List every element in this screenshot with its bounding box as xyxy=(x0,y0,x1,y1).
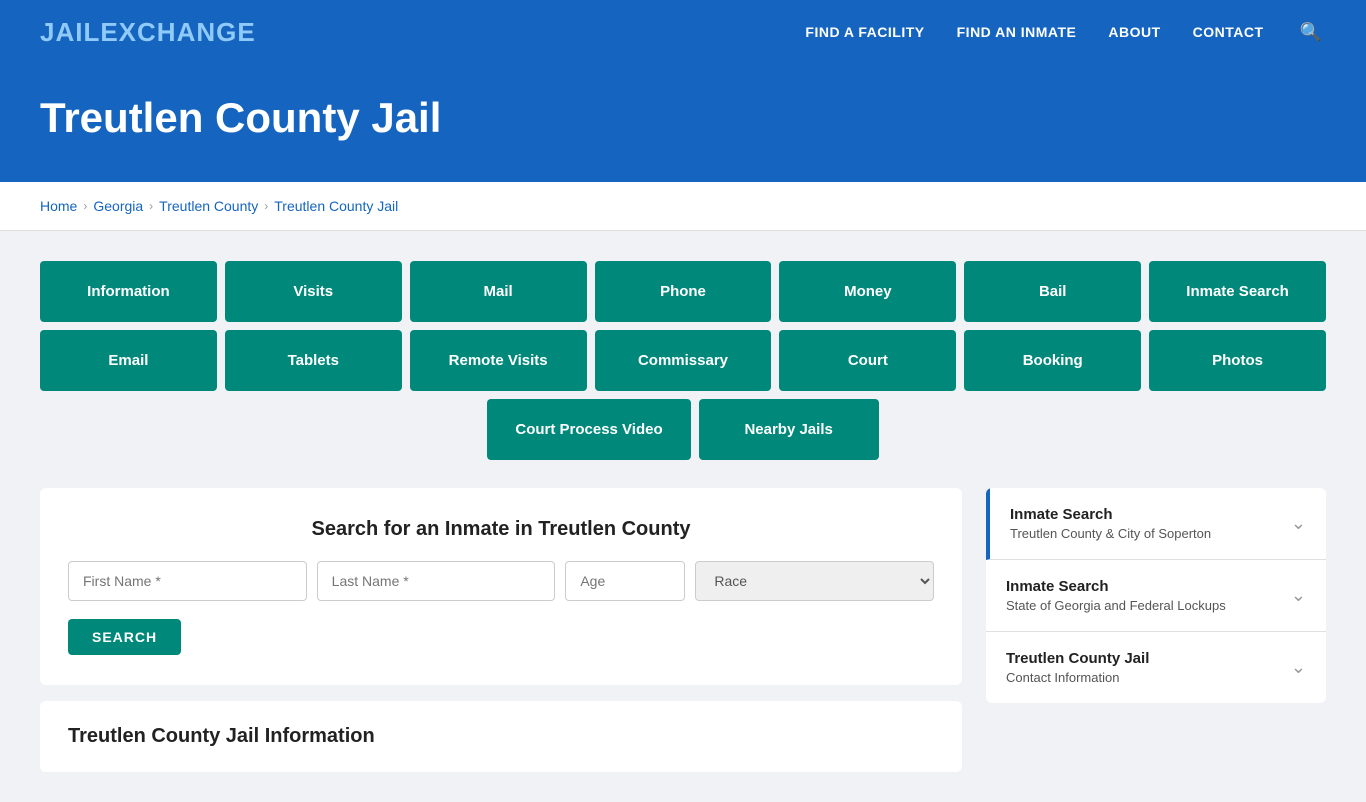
sidebar-item-inmate-search-2[interactable]: Inmate Search State of Georgia and Feder… xyxy=(986,560,1326,632)
logo-exchange: EXCHANGE xyxy=(100,17,255,47)
btn-court-process-video[interactable]: Court Process Video xyxy=(487,399,690,460)
jail-info-title: Treutlen County Jail Information xyxy=(68,725,934,748)
sidebar-item-sub-1: Treutlen County & City of Soperton xyxy=(1010,526,1211,541)
btn-email[interactable]: Email xyxy=(40,330,217,391)
sidebar-item-inmate-search-1[interactable]: Inmate Search Treutlen County & City of … xyxy=(986,488,1326,560)
btn-photos[interactable]: Photos xyxy=(1149,330,1326,391)
breadcrumb-sep-2: › xyxy=(149,199,153,213)
last-name-input[interactable] xyxy=(317,561,556,601)
nav-contact[interactable]: CONTACT xyxy=(1193,24,1264,40)
race-select[interactable]: Race White Black Hispanic Asian Other xyxy=(695,561,934,601)
sidebar-item-title-3: Treutlen County Jail xyxy=(1006,650,1149,667)
sidebar: Inmate Search Treutlen County & City of … xyxy=(986,488,1326,703)
btn-information[interactable]: Information xyxy=(40,261,217,322)
chevron-down-icon-3: ⌄ xyxy=(1291,657,1306,678)
breadcrumb-current: Treutlen County Jail xyxy=(274,198,398,214)
btn-bail[interactable]: Bail xyxy=(964,261,1141,322)
sidebar-item-title-1: Inmate Search xyxy=(1010,506,1211,523)
breadcrumb-sep-1: › xyxy=(83,199,87,213)
sidebar-item-sub-3: Contact Information xyxy=(1006,670,1149,685)
search-icon-button[interactable]: 🔍 xyxy=(1296,18,1326,47)
search-form: Race White Black Hispanic Asian Other xyxy=(68,561,934,601)
sidebar-item-title-2: Inmate Search xyxy=(1006,578,1226,595)
nav-find-inmate[interactable]: FIND AN INMATE xyxy=(957,24,1077,40)
btn-inmate-search[interactable]: Inmate Search xyxy=(1149,261,1326,322)
search-title: Search for an Inmate in Treutlen County xyxy=(68,518,934,541)
chevron-down-icon-1: ⌄ xyxy=(1291,513,1306,534)
sidebar-item-contact-info[interactable]: Treutlen County Jail Contact Information… xyxy=(986,632,1326,703)
btn-phone[interactable]: Phone xyxy=(595,261,772,322)
search-section: Search for an Inmate in Treutlen County … xyxy=(40,488,962,685)
breadcrumb-bar: Home › Georgia › Treutlen County › Treut… xyxy=(0,182,1366,231)
page-title: Treutlen County Jail xyxy=(40,94,1326,142)
button-grid-row3: Court Process Video Nearby Jails xyxy=(40,399,1326,460)
breadcrumb-treutlen-county[interactable]: Treutlen County xyxy=(159,198,258,214)
main-content: Information Visits Mail Phone Money Bail… xyxy=(0,231,1366,802)
btn-tablets[interactable]: Tablets xyxy=(225,330,402,391)
content-area: Search for an Inmate in Treutlen County … xyxy=(40,488,1326,772)
btn-mail[interactable]: Mail xyxy=(410,261,587,322)
main-nav: FIND A FACILITY FIND AN INMATE ABOUT CON… xyxy=(805,18,1326,47)
logo[interactable]: JAILEXCHANGE xyxy=(40,17,256,48)
button-grid-row2: Email Tablets Remote Visits Commissary C… xyxy=(40,330,1326,391)
button-grid-row1: Information Visits Mail Phone Money Bail… xyxy=(40,261,1326,322)
breadcrumb-georgia[interactable]: Georgia xyxy=(93,198,143,214)
hero-section: Treutlen County Jail xyxy=(0,64,1366,182)
btn-commissary[interactable]: Commissary xyxy=(595,330,772,391)
nav-about[interactable]: ABOUT xyxy=(1108,24,1160,40)
btn-remote-visits[interactable]: Remote Visits xyxy=(410,330,587,391)
first-name-input[interactable] xyxy=(68,561,307,601)
btn-nearby-jails[interactable]: Nearby Jails xyxy=(699,399,879,460)
btn-money[interactable]: Money xyxy=(779,261,956,322)
logo-jail: JAIL xyxy=(40,17,100,47)
btn-visits[interactable]: Visits xyxy=(225,261,402,322)
header: JAILEXCHANGE FIND A FACILITY FIND AN INM… xyxy=(0,0,1366,64)
btn-court[interactable]: Court xyxy=(779,330,956,391)
breadcrumb: Home › Georgia › Treutlen County › Treut… xyxy=(40,198,1326,214)
search-button[interactable]: SEARCH xyxy=(68,619,181,655)
btn-booking[interactable]: Booking xyxy=(964,330,1141,391)
breadcrumb-home[interactable]: Home xyxy=(40,198,77,214)
nav-find-facility[interactable]: FIND A FACILITY xyxy=(805,24,924,40)
breadcrumb-sep-3: › xyxy=(264,199,268,213)
age-input[interactable] xyxy=(565,561,685,601)
sidebar-item-sub-2: State of Georgia and Federal Lockups xyxy=(1006,598,1226,613)
jail-info-section: Treutlen County Jail Information xyxy=(40,701,962,772)
chevron-down-icon-2: ⌄ xyxy=(1291,585,1306,606)
